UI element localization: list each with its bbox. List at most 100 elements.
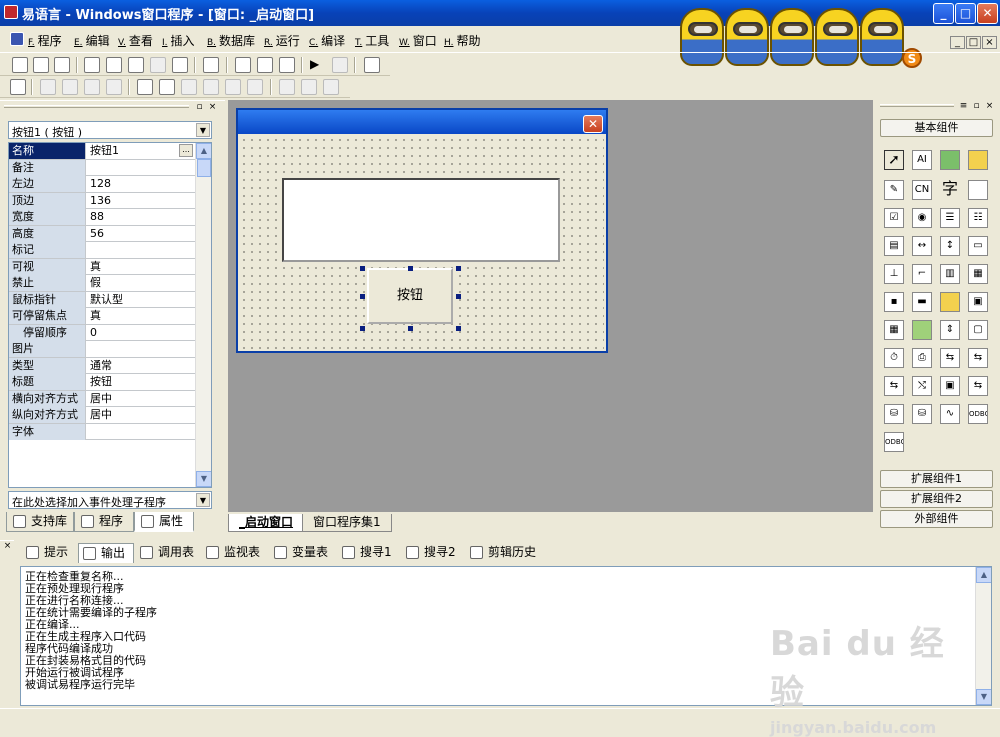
copy-icon[interactable]	[106, 57, 122, 73]
cut-icon[interactable]	[84, 57, 100, 73]
run-icon[interactable]: ▶	[310, 57, 326, 73]
scroll-thumb[interactable]	[197, 159, 211, 177]
text-icon[interactable]: 字	[940, 180, 960, 200]
basic-components-button[interactable]: 基本组件	[880, 119, 993, 137]
form-button[interactable]: 按钮	[367, 268, 453, 324]
property-row[interactable]: 图片	[9, 341, 197, 358]
tab-support-library[interactable]: 支持库	[6, 512, 74, 532]
image-list-icon[interactable]: ▣	[968, 292, 988, 312]
stop-icon[interactable]	[332, 57, 348, 73]
property-row[interactable]: 高度 56	[9, 225, 197, 242]
grid-list-icon[interactable]: ☷	[968, 208, 988, 228]
ext-components-1-button[interactable]: 扩展组件1	[880, 470, 993, 488]
form-close-button[interactable]: ✕	[583, 115, 603, 133]
tab-search-1[interactable]: 搜寻1	[338, 543, 398, 563]
pointer-icon[interactable]: ➚	[884, 150, 904, 170]
line-icon[interactable]	[968, 180, 988, 200]
network-4-icon[interactable]: ⇆	[968, 376, 988, 396]
property-scrollbar[interactable]: ▲ ▼	[195, 143, 211, 487]
resize-handle[interactable]	[408, 266, 413, 271]
panel-close-button[interactable]: ×	[984, 101, 995, 112]
property-row[interactable]: 顶边 136	[9, 192, 197, 209]
align-right-icon[interactable]	[84, 79, 100, 95]
layout-2-icon[interactable]	[257, 57, 273, 73]
property-row[interactable]: 横向对齐方式 居中	[9, 390, 197, 407]
grid-icon[interactable]	[323, 79, 339, 95]
tab-search-2[interactable]: 搜寻2	[402, 543, 462, 563]
menu-insert[interactable]: I. 插入	[162, 32, 195, 49]
menu-window[interactable]: W. 窗口	[399, 32, 437, 49]
doc-list-icon[interactable]: ▥	[940, 264, 960, 284]
tab-properties[interactable]: 属性	[134, 512, 194, 532]
odbc-1-icon[interactable]: ODBC	[968, 404, 988, 424]
event-selector[interactable]: 在此处选择加入事件处理子程序 ▼	[8, 491, 212, 509]
hscroll-icon[interactable]: ↔	[912, 236, 932, 256]
database-2-icon[interactable]: ⛁	[912, 404, 932, 424]
property-row[interactable]: 字体	[9, 423, 197, 440]
layout-1-icon[interactable]	[235, 57, 251, 73]
property-row[interactable]: 宽度 88	[9, 209, 197, 226]
object-selector[interactable]: 按钮1 ( 按钮 ) ▼	[8, 121, 212, 139]
panel-close-button[interactable]: ×	[207, 102, 218, 113]
tab-hint[interactable]: 提示	[22, 543, 76, 563]
menu-edit[interactable]: E. 编辑	[74, 32, 110, 49]
table-icon[interactable]: ▤	[884, 236, 904, 256]
file-icon[interactable]	[940, 292, 960, 312]
tab-window-assembly[interactable]: 窗口程序集1	[302, 514, 392, 532]
chevron-down-icon[interactable]: ▼	[196, 123, 210, 137]
spin-icon[interactable]: ⇕	[940, 320, 960, 340]
same-size-icon[interactable]	[225, 79, 241, 95]
output-scrollbar[interactable]: ▲ ▼	[975, 567, 991, 705]
menu-tools[interactable]: T. 工具	[355, 32, 389, 49]
panel-icon[interactable]: ▢	[968, 320, 988, 340]
toolbar-icon[interactable]: ▦	[968, 264, 988, 284]
edit-box-icon[interactable]: ✎	[884, 180, 904, 200]
form-textbox[interactable]	[282, 178, 560, 262]
combo-icon[interactable]: ▪	[884, 292, 904, 312]
space-icon[interactable]	[247, 79, 263, 95]
resize-handle[interactable]	[408, 326, 413, 331]
property-row[interactable]: 名称 按钮1...	[9, 143, 197, 160]
cn-icon[interactable]: CN	[912, 180, 932, 200]
menu-compile[interactable]: C. 编译	[309, 32, 345, 49]
mdi-restore-button[interactable]: □	[966, 36, 981, 49]
checkbox-icon[interactable]: ☑	[884, 208, 904, 228]
vscroll-icon[interactable]: ↕	[940, 236, 960, 256]
network-1-icon[interactable]: ⇆	[940, 348, 960, 368]
property-row[interactable]: 禁止假	[9, 275, 197, 292]
property-row[interactable]: 类型 通常	[9, 357, 197, 374]
property-row[interactable]: 可停留焦点真	[9, 308, 197, 325]
tab-clip-history[interactable]: 剪辑历史	[466, 543, 544, 563]
minimize-button[interactable]: _	[933, 3, 954, 24]
ellipsis-button[interactable]: ...	[179, 144, 193, 157]
menu-program[interactable]: F. 程序	[28, 32, 62, 49]
same-height-icon[interactable]	[203, 79, 219, 95]
property-row[interactable]: 备注	[9, 159, 197, 176]
paste-icon[interactable]	[128, 57, 144, 73]
tab-startup-window[interactable]: _启动窗口	[228, 514, 305, 532]
timer-icon[interactable]: ⏱	[884, 348, 904, 368]
scroll-up-arrow[interactable]: ▲	[196, 143, 211, 159]
tab-call-stack[interactable]: 调用表	[136, 543, 200, 563]
progress-icon[interactable]: ▭	[968, 236, 988, 256]
property-row[interactable]: 标题 按钮	[9, 374, 197, 391]
ddeicon-icon[interactable]: ⤭	[912, 376, 932, 396]
property-row[interactable]: 鼠标指针 默认型	[9, 291, 197, 308]
scroll-down-arrow[interactable]: ▼	[196, 471, 211, 487]
scroll-down-arrow[interactable]: ▼	[976, 689, 991, 705]
resize-handle[interactable]	[360, 326, 365, 331]
maximize-button[interactable]: □	[955, 3, 976, 24]
binoculars-icon[interactable]	[364, 57, 380, 73]
v-space-icon[interactable]	[301, 79, 317, 95]
property-row[interactable]: 标记	[9, 242, 197, 259]
resize-handle[interactable]	[456, 326, 461, 331]
form-canvas[interactable]: 按钮	[240, 136, 604, 351]
resize-handle[interactable]	[360, 266, 365, 271]
panel-restore-button[interactable]: ▫	[194, 102, 205, 113]
center-v-icon[interactable]	[159, 79, 175, 95]
property-row[interactable]: 可视真	[9, 258, 197, 275]
network-2-icon[interactable]: ⇆	[968, 348, 988, 368]
network-3-icon[interactable]: ⇆	[884, 376, 904, 396]
resize-handle[interactable]	[360, 294, 365, 299]
align-top-icon[interactable]	[106, 79, 122, 95]
